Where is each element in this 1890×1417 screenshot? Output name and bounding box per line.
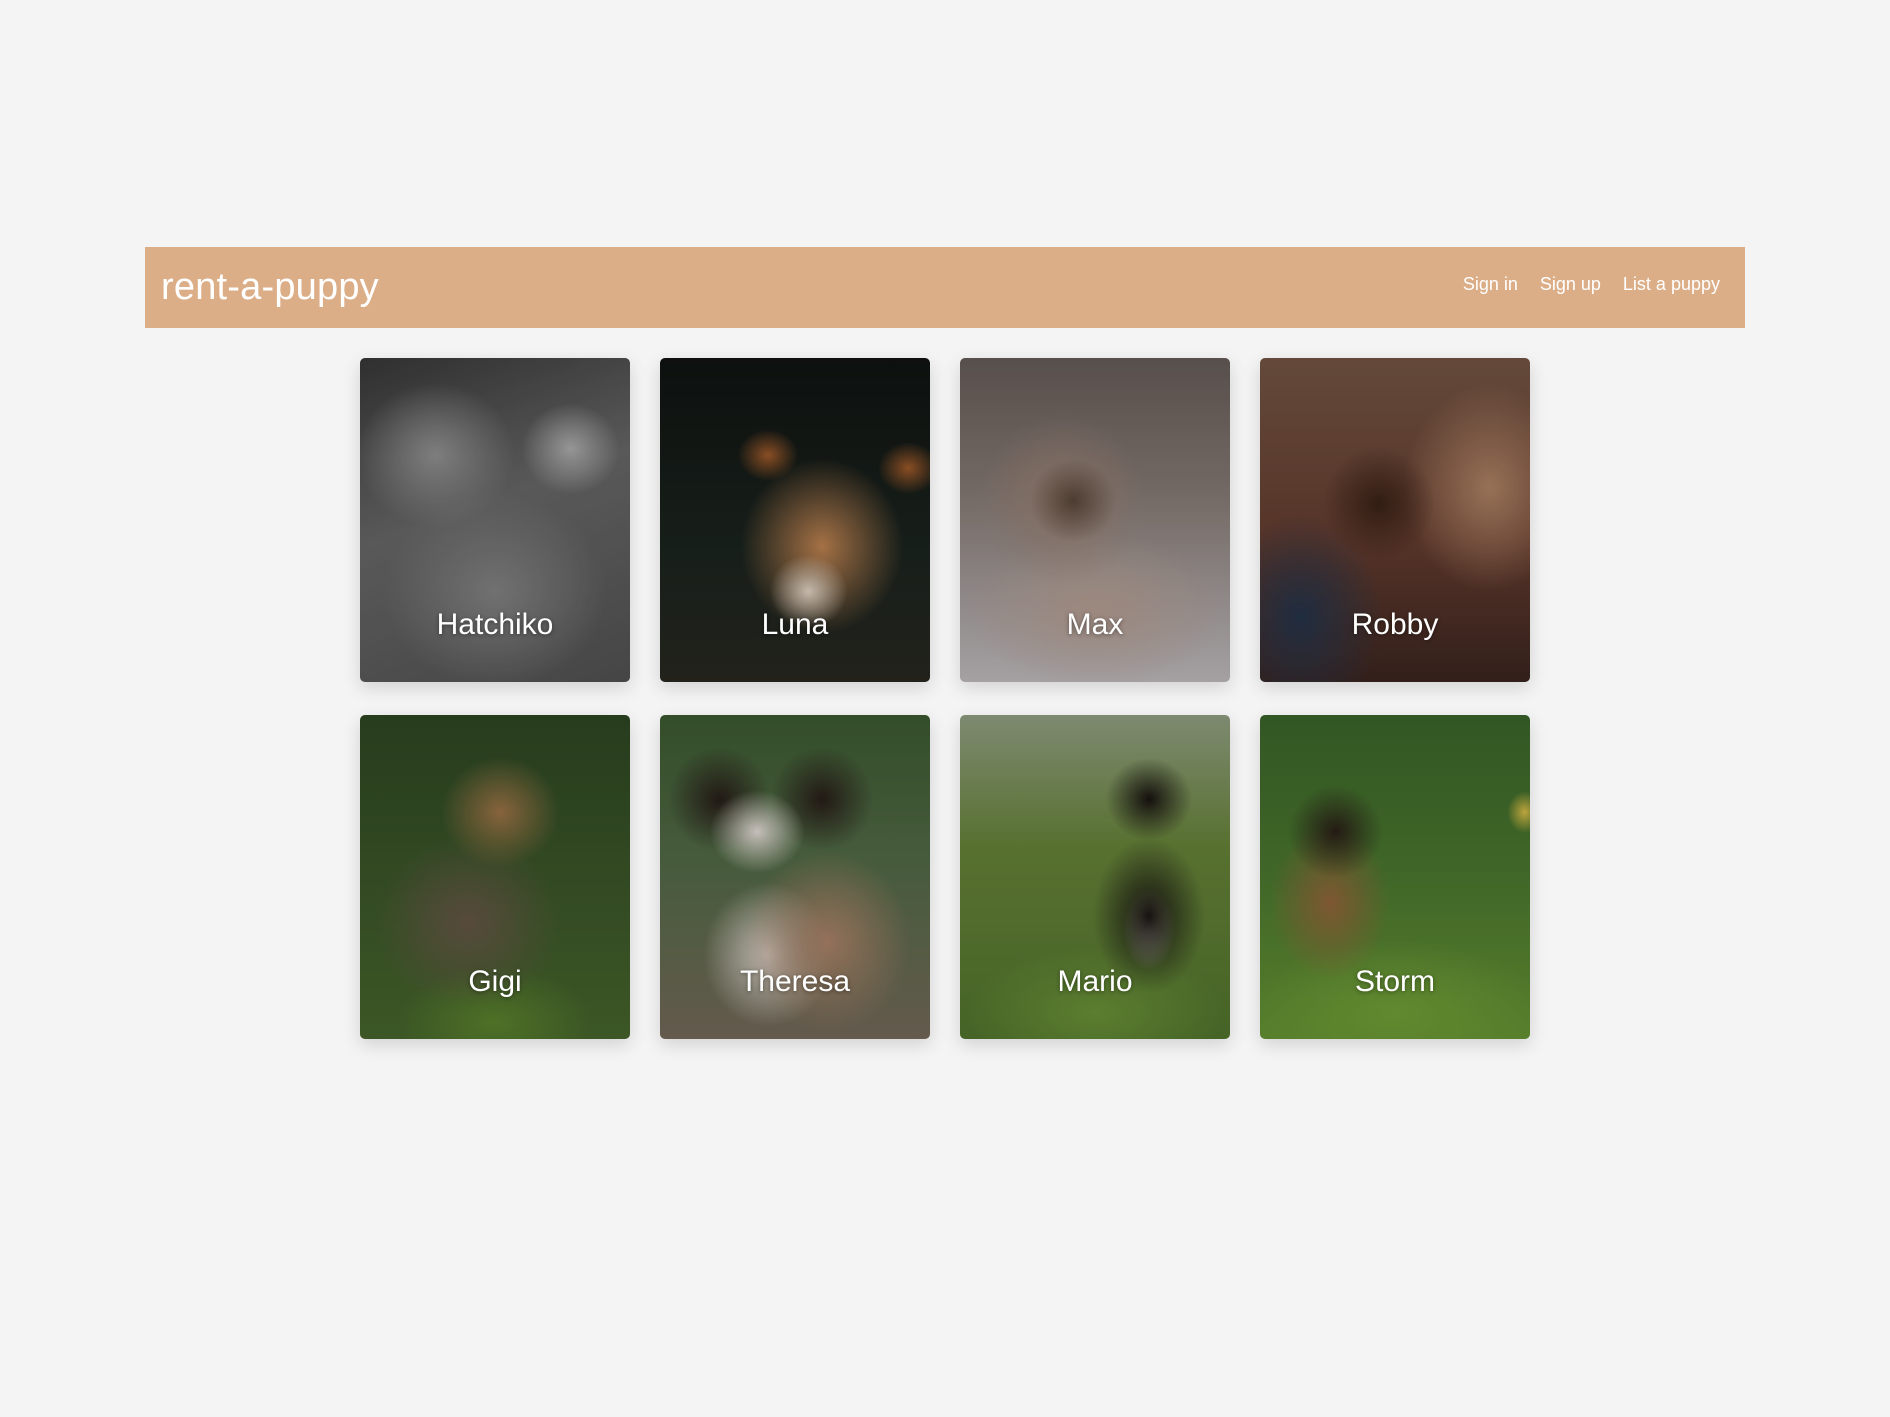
puppy-name: Max bbox=[1066, 608, 1124, 641]
puppy-card-luna[interactable]: Luna bbox=[660, 358, 930, 682]
puppy-name: Storm bbox=[1354, 965, 1435, 998]
navbar: rent-a-puppy Sign in Sign up List a pupp… bbox=[145, 247, 1745, 328]
puppy-name: Luna bbox=[761, 608, 829, 641]
list-a-puppy-link[interactable]: List a puppy bbox=[1623, 274, 1720, 295]
puppy-name: Gigi bbox=[468, 965, 522, 998]
puppy-name: Robby bbox=[1351, 608, 1439, 641]
puppy-card-theresa[interactable]: Theresa bbox=[660, 715, 930, 1039]
sign-in-link[interactable]: Sign in bbox=[1463, 274, 1518, 295]
brand-logo[interactable]: rent-a-puppy bbox=[161, 266, 379, 309]
puppy-card-storm[interactable]: Storm bbox=[1260, 715, 1530, 1039]
puppy-name: Mario bbox=[1057, 965, 1133, 998]
puppy-name: Hatchiko bbox=[436, 608, 554, 641]
puppy-card-hatchiko[interactable]: Hatchiko bbox=[360, 358, 630, 682]
nav-links: Sign in Sign up List a puppy bbox=[1463, 274, 1720, 295]
puppy-card-max[interactable]: Max bbox=[960, 358, 1230, 682]
puppy-card-mario[interactable]: Mario bbox=[960, 715, 1230, 1039]
sign-up-link[interactable]: Sign up bbox=[1540, 274, 1601, 295]
puppy-grid: Hatchiko Luna Max Robby Gigi Theresa Mar… bbox=[360, 358, 1530, 1039]
puppy-card-robby[interactable]: Robby bbox=[1260, 358, 1530, 682]
puppy-card-gigi[interactable]: Gigi bbox=[360, 715, 630, 1039]
puppy-name: Theresa bbox=[739, 965, 851, 998]
